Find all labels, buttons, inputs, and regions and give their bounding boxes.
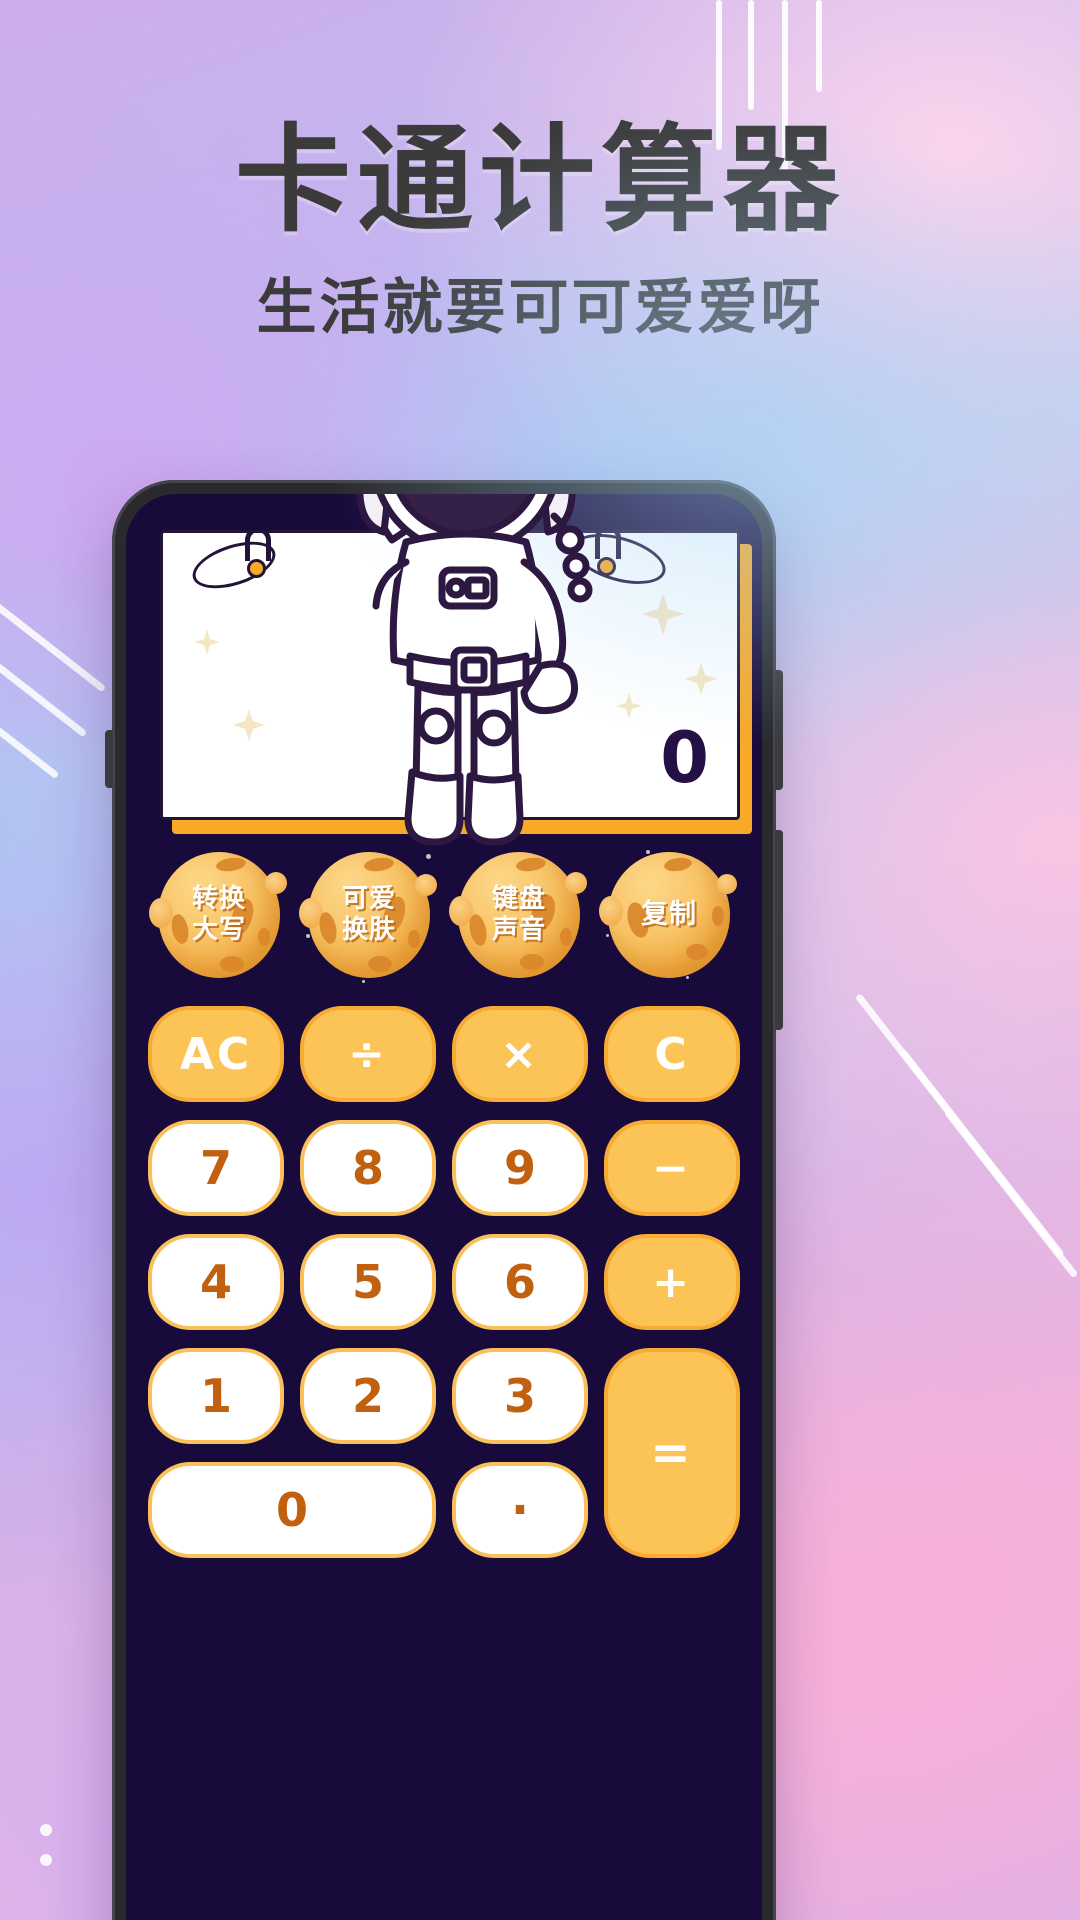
deco-stroke: [899, 1048, 1065, 1259]
key-digit-5[interactable]: 5: [300, 1234, 436, 1330]
page-dot: [40, 1854, 52, 1866]
deco-stroke: [716, 0, 722, 150]
key-digit-3[interactable]: 3: [452, 1348, 588, 1444]
deco-stroke: [943, 1108, 1079, 1279]
bell-icon: [247, 559, 266, 578]
poster-background: 卡通计算器 生活就要可可爱爱呀 0 转换 大写 可爱 换肤 键盘 声音 复制 A…: [0, 0, 1080, 1920]
display-value: 0: [660, 717, 709, 799]
key-label: +: [652, 1256, 692, 1308]
key-digit-1[interactable]: 1: [148, 1348, 284, 1444]
deco-stroke: [0, 645, 88, 738]
key-label: −: [652, 1142, 692, 1194]
key-label: 2: [351, 1369, 384, 1423]
calculator-keypad: AC ÷ × C 7 8 9 − 4 5 6 + 1 2 3 = 0 ·: [148, 1006, 740, 1920]
key-decimal-point[interactable]: ·: [452, 1462, 588, 1558]
deco-stroke: [748, 0, 754, 110]
deco-stroke: [782, 0, 788, 178]
key-equals[interactable]: =: [604, 1348, 740, 1558]
feature-button-label: 复制: [641, 899, 697, 931]
key-label: 3: [503, 1369, 536, 1423]
key-label: 9: [503, 1141, 536, 1195]
deco-stroke: [0, 594, 107, 693]
key-label: AC: [179, 1028, 253, 1080]
key-label: 7: [199, 1141, 232, 1195]
key-label: 4: [199, 1255, 232, 1309]
phone-mockup: 0 转换 大写 可爱 换肤 键盘 声音 复制 AC ÷ × C 7 8 9 − …: [105, 480, 783, 1920]
deco-stroke: [0, 699, 60, 780]
phone-side-button: [775, 840, 783, 1030]
feature-button-convert-uppercase[interactable]: 转换 大写: [149, 846, 288, 984]
feature-button-copy[interactable]: 复制: [599, 846, 738, 984]
key-digit-7[interactable]: 7: [148, 1120, 284, 1216]
key-digit-0[interactable]: 0: [148, 1462, 436, 1558]
key-label: ÷: [348, 1028, 388, 1080]
key-label: =: [650, 1425, 694, 1481]
key-label: 1: [199, 1369, 232, 1423]
key-digit-2[interactable]: 2: [300, 1348, 436, 1444]
key-all-clear[interactable]: AC: [148, 1006, 284, 1102]
astronaut-illustration: [356, 494, 593, 846]
page-subtitle: 生活就要可可爱爱呀: [256, 273, 824, 343]
key-clear[interactable]: C: [604, 1006, 740, 1102]
page-dot: [40, 1824, 52, 1836]
key-digit-4[interactable]: 4: [148, 1234, 284, 1330]
key-digit-9[interactable]: 9: [452, 1120, 588, 1216]
feature-button-label: 转换 大写: [191, 884, 246, 945]
key-multiply[interactable]: ×: [452, 1006, 588, 1102]
hook-icon: [245, 533, 271, 561]
key-digit-6[interactable]: 6: [452, 1234, 588, 1330]
key-label: ×: [500, 1028, 540, 1080]
page-title: 卡通计算器: [235, 113, 845, 248]
key-label: C: [654, 1028, 690, 1080]
key-label: 5: [351, 1255, 384, 1309]
key-divide[interactable]: ÷: [300, 1006, 436, 1102]
deco-stroke: [816, 0, 822, 92]
key-label: ·: [510, 1482, 530, 1538]
key-minus[interactable]: −: [604, 1120, 740, 1216]
key-label: 8: [351, 1141, 384, 1195]
key-label: 6: [503, 1255, 536, 1309]
page-indicator-dots: [40, 1824, 52, 1866]
app-screen: 0 转换 大写 可爱 换肤 键盘 声音 复制 AC ÷ × C 7 8 9 − …: [126, 494, 762, 1920]
key-label: 0: [275, 1483, 308, 1537]
orbit-ring-icon: [186, 533, 282, 598]
key-digit-8[interactable]: 8: [300, 1120, 436, 1216]
key-plus[interactable]: +: [604, 1234, 740, 1330]
deco-stroke: [854, 993, 1046, 1234]
